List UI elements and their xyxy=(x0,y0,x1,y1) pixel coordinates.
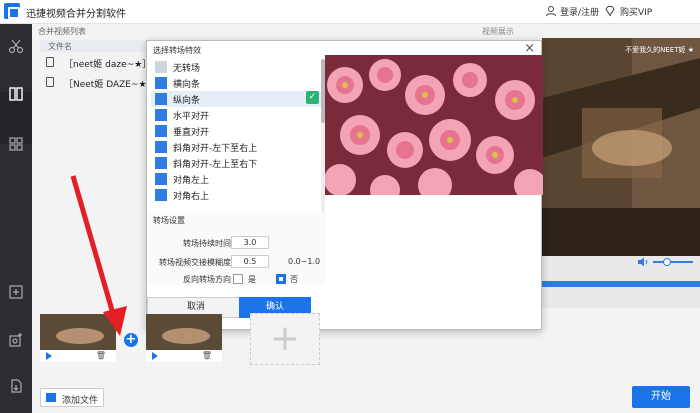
effect-label: 对角右上 xyxy=(173,192,210,202)
effect-item-selected[interactable]: 纵向条 xyxy=(151,91,323,107)
play-icon[interactable] xyxy=(46,352,52,360)
app-title: 迅捷视频合并分割软件 xyxy=(26,9,126,20)
effect-item[interactable]: 垂直对开 xyxy=(151,123,323,139)
video-frame-image xyxy=(542,38,700,256)
effect-label: 斜角对开-左下至右上 xyxy=(173,144,258,154)
export-icon[interactable] xyxy=(8,378,24,394)
trash-icon[interactable]: 🗑 xyxy=(202,351,212,360)
file-name: ［neet姬 daze~★］轻 xyxy=(64,60,150,70)
close-icon[interactable]: × xyxy=(524,41,535,56)
add-clip-slot[interactable]: + xyxy=(250,313,320,365)
list-item[interactable]: ［Neet姬 DAZE~★］轻 xyxy=(40,74,150,90)
add-icon[interactable] xyxy=(8,284,24,300)
add-file-label: 添加文件 xyxy=(62,396,99,406)
video-progress-bar[interactable] xyxy=(542,281,700,287)
reverse-no-checkbox[interactable] xyxy=(276,274,286,284)
effect-label: 纵向条 xyxy=(173,96,201,106)
title-bar: 迅捷视频合并分割软件 登录/注册 购买VIP xyxy=(0,0,700,24)
flowers-image xyxy=(325,55,543,195)
effect-item[interactable]: 对角右上 xyxy=(151,187,323,203)
file-column-name: 文件名 xyxy=(48,42,72,51)
list-item[interactable]: ［neet姬 daze~★］轻 xyxy=(40,54,150,70)
effect-icon xyxy=(155,141,167,153)
effect-label: 横向条 xyxy=(173,80,201,90)
effect-icon xyxy=(155,157,167,169)
effect-label: 对角左上 xyxy=(173,176,210,186)
video-header: 视频展示 xyxy=(438,24,700,38)
effect-icon xyxy=(155,125,167,137)
add-file-button[interactable]: 添加文件 xyxy=(40,388,104,407)
transition-settings: 转场设置 转场持续时间 3.0 转场视频交接模糊度 0.5 0.0~1.0 反向… xyxy=(147,213,325,285)
scissors-icon[interactable] xyxy=(8,38,24,54)
effect-list: 无转场 横向条 纵向条 水平对开 垂直对开 斜角对开-左下至右上 斜角对开-左上… xyxy=(147,59,323,213)
add-transition-button[interactable]: + xyxy=(124,333,138,347)
effect-icon xyxy=(155,173,167,185)
effect-icon xyxy=(155,189,167,201)
transition-effect-dialog: 选择转场特效 × 无转场 横向条 纵向条 水平对开 垂直对开 斜角对开-左下至右… xyxy=(146,40,543,330)
video-player[interactable]: 不爱我久的NEET姬 ★ xyxy=(542,38,700,256)
reverse-no-label: 否 xyxy=(290,275,298,284)
bottom-bar xyxy=(32,383,700,413)
reverse-label: 反向转场方向 xyxy=(183,275,231,284)
effect-item[interactable]: 斜角对开-左上至右下 xyxy=(151,155,323,171)
effect-icon xyxy=(155,61,167,73)
timeline-clip[interactable]: 🗑 xyxy=(40,314,116,362)
app-logo-icon xyxy=(4,3,20,19)
volume-control[interactable] xyxy=(637,257,697,267)
add-media-icon[interactable] xyxy=(8,332,24,348)
buy-vip-link[interactable]: 购买VIP xyxy=(620,5,652,18)
effect-preview-image xyxy=(325,55,543,195)
duration-input[interactable]: 3.0 xyxy=(231,236,269,249)
clip-thumbnail xyxy=(146,314,222,350)
effect-item[interactable]: 斜角对开-左下至右上 xyxy=(151,139,323,155)
effect-label: 水平对开 xyxy=(173,112,210,122)
merge-icon[interactable] xyxy=(8,86,24,102)
start-button[interactable]: 开始 xyxy=(632,386,690,408)
dialog-title: 选择转场特效 xyxy=(153,46,201,55)
volume-icon xyxy=(638,257,648,267)
file-icon xyxy=(46,57,54,67)
file-icon xyxy=(46,77,54,87)
effect-item[interactable]: 水平对开 xyxy=(151,107,323,123)
reverse-yes-checkbox[interactable] xyxy=(233,274,243,284)
video-section-title: 视频展示 xyxy=(482,27,514,36)
effect-item[interactable]: 对角左上 xyxy=(151,171,323,187)
file-list-title: 合并视频列表 xyxy=(38,27,86,36)
effect-label: 斜角对开-左上至右下 xyxy=(173,160,258,170)
effect-icon xyxy=(155,109,167,121)
effect-label: 无转场 xyxy=(173,64,201,74)
diamond-icon xyxy=(605,6,615,17)
clip-thumbnail xyxy=(40,314,116,350)
volume-slider-track[interactable] xyxy=(653,261,693,263)
login-link[interactable]: 登录/注册 xyxy=(560,5,599,18)
effect-icon xyxy=(155,77,167,89)
effect-label: 垂直对开 xyxy=(173,128,210,138)
reverse-yes-label: 是 xyxy=(248,275,256,284)
effect-item[interactable]: 无转场 xyxy=(151,59,323,75)
file-name: ［Neet姬 DAZE~★］轻 xyxy=(64,80,150,90)
blur-input[interactable]: 0.5 xyxy=(231,255,269,268)
check-icon: ✓ xyxy=(306,91,319,104)
folder-icon xyxy=(46,393,56,402)
blur-label: 转场视频交接模糊度 xyxy=(159,258,231,267)
timeline-clip[interactable]: 🗑 xyxy=(146,314,222,362)
file-list-header: 合并视频列表 xyxy=(32,24,324,38)
effect-icon xyxy=(155,93,167,105)
sidebar xyxy=(0,24,32,413)
duration-label: 转场持续时间 xyxy=(183,239,231,248)
grid-icon[interactable] xyxy=(8,136,24,152)
volume-slider-knob[interactable] xyxy=(663,258,671,266)
play-icon[interactable] xyxy=(152,352,158,360)
settings-title: 转场设置 xyxy=(153,216,185,225)
effect-item[interactable]: 横向条 xyxy=(151,75,323,91)
blur-range: 0.0~1.0 xyxy=(288,257,321,266)
user-icon xyxy=(546,6,556,17)
trash-icon[interactable]: 🗑 xyxy=(96,351,106,360)
video-caption: 不爱我久的NEET姬 ★ xyxy=(625,46,694,54)
